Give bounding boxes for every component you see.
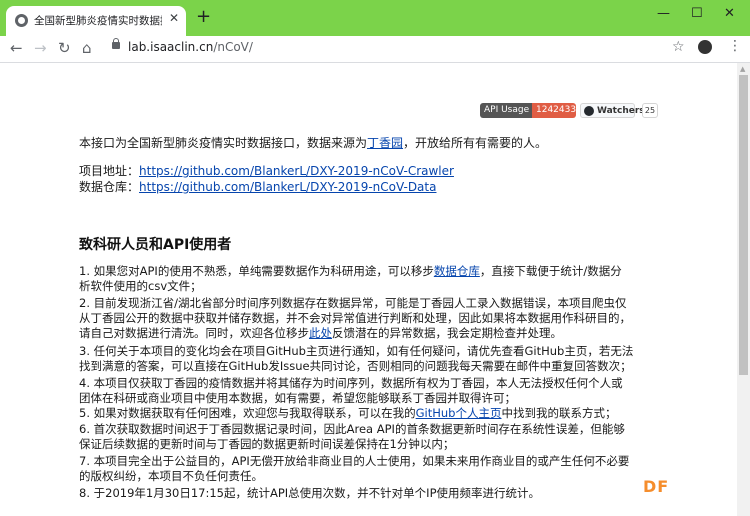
project-link[interactable]: https://github.com/BlankerL/DXY-2019-nCo… [139, 164, 454, 178]
menu-kebab-icon[interactable]: ⋮ [728, 38, 742, 54]
github-icon [584, 106, 594, 116]
data-repo-inline-link[interactable]: 数据仓库 [434, 264, 480, 278]
back-icon[interactable]: ← [10, 39, 23, 57]
list-item-6: 6. 首次获取数据时间迟于丁香园数据记录时间，因此Area API的首条数据更新… [79, 422, 625, 451]
project-address: 项目地址：https://github.com/BlankerL/DXY-201… [79, 164, 454, 178]
close-tab-icon[interactable]: ✕ [169, 11, 179, 25]
list-item-8: 8. 于2019年1月30日17:15起，统计API总使用次数，并不针对单个IP… [79, 486, 541, 500]
list-item-1: 1. 如果您对API的使用不熟悉，单纯需要数据作为科研用途，可以移步数据仓库，直… [79, 264, 622, 293]
tab-title: 全国新型肺炎疫情实时数据接口 [34, 15, 162, 27]
feedback-link[interactable]: 此处 [309, 326, 332, 340]
address-bar[interactable]: lab.isaaclin.cn/nCoV/ ☆ [102, 37, 692, 59]
list-item-7: 7. 本项目完全出于公益目的，API无偿开放给非商业目的人士使用，如果未来用作商… [79, 454, 630, 483]
list-item-5: 5. 如果对数据获取有任何困难，欢迎您与我取得联系，可以在我的GitHub个人主… [79, 406, 617, 420]
list-item-2: 2. 目前发现浙江省/湖北省部分时间序列数据存在数据异常，可能是丁香园人工录入数… [79, 296, 631, 340]
reload-icon[interactable]: ↻ [58, 39, 71, 57]
vertical-scrollbar[interactable]: ▲ [737, 63, 750, 516]
api-usage-value: 1242433 [532, 103, 576, 118]
bookmark-star-icon[interactable]: ☆ [672, 39, 685, 55]
forward-icon[interactable]: → [34, 39, 47, 57]
intro-text: 本接口为全国新型肺炎疫情实时数据接口，数据来源为丁香园，开放给所有有需要的人。 [79, 136, 548, 150]
section-heading: 致科研人员和API使用者 [79, 237, 232, 253]
scroll-thumb[interactable] [739, 75, 748, 375]
profile-avatar[interactable] [698, 40, 712, 54]
url-text[interactable]: lab.isaaclin.cn/nCoV/ [128, 40, 253, 54]
watermark-logo: DF [643, 477, 670, 496]
browser-toolbar: ← → ↻ ⌂ lab.isaaclin.cn/nCoV/ ☆ ⋮ [0, 36, 750, 63]
watchers-count[interactable]: 25 [642, 103, 658, 118]
browser-tab[interactable]: 全国新型肺炎疫情实时数据接口 ✕ [6, 6, 186, 36]
dxy-link[interactable]: 丁香园 [367, 136, 403, 150]
lock-icon [112, 38, 120, 49]
globe-icon [15, 14, 28, 27]
close-window-button[interactable]: ✕ [724, 6, 735, 21]
scroll-up-arrow-icon[interactable]: ▲ [740, 65, 745, 73]
tab-strip: 全国新型肺炎疫情实时数据接口 ✕ + — ☐ ✕ [0, 0, 750, 36]
data-repository: 数据仓库：https://github.com/BlankerL/DXY-201… [79, 180, 437, 194]
api-usage-label: API Usage [480, 103, 532, 118]
github-watchers-button[interactable]: Watchers [580, 103, 645, 118]
new-tab-button[interactable]: + [196, 8, 211, 26]
home-icon[interactable]: ⌂ [82, 39, 92, 57]
maximize-button[interactable]: ☐ [691, 6, 703, 21]
data-repo-link[interactable]: https://github.com/BlankerL/DXY-2019-nCo… [139, 180, 436, 194]
page-content: API Usage 1242433 Watchers 25 本接口为全国新型肺炎… [0, 63, 737, 516]
github-profile-link[interactable]: GitHub个人主页 [416, 406, 502, 420]
minimize-button[interactable]: — [657, 6, 670, 21]
list-item-4: 4. 本项目仅获取丁香园的疫情数据并将其储存为时间序列，数据所有权为丁香园，本人… [79, 376, 623, 405]
list-item-3: 3. 任何关于本项目的变化均会在项目GitHub主页进行通知，如有任何疑问，请优… [79, 344, 634, 373]
